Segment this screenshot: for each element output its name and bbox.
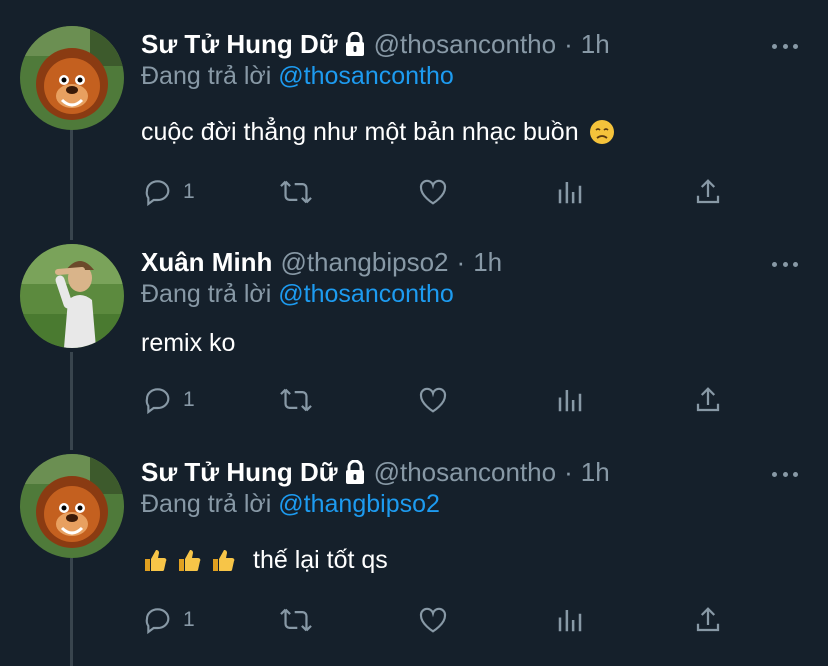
more-options-icon[interactable] xyxy=(772,36,798,56)
tweet-text: cuộc đời thẳng như một bản nhạc buồn xyxy=(141,116,615,148)
analytics-icon xyxy=(558,182,582,204)
share-icon xyxy=(696,179,720,204)
tweet-text: remix ko xyxy=(141,327,235,359)
tweet-header: Sư Tử Hung Dữ @thosancontho · 1h xyxy=(141,28,610,60)
reply-count: 1 xyxy=(183,180,195,203)
disappointed-face-emoji-icon xyxy=(589,119,615,145)
handle[interactable]: @thosancontho xyxy=(374,456,557,488)
avatar[interactable] xyxy=(20,244,124,348)
tweet[interactable]: Xuân Minh @thangbipso2 · 1h Đang trả lời… xyxy=(0,244,828,444)
analytics-icon xyxy=(558,390,582,412)
handle[interactable]: @thosancontho xyxy=(374,28,557,60)
avatar[interactable] xyxy=(20,26,124,130)
display-name[interactable]: Sư Tử Hung Dữ xyxy=(141,28,338,60)
tweet-header: Sư Tử Hung Dữ @thosancontho · 1h xyxy=(141,456,610,488)
reply-button[interactable]: 1 xyxy=(143,384,195,416)
reply-to-line: Đang trả lời @thosancontho xyxy=(141,278,454,310)
reply-count: 1 xyxy=(183,608,195,631)
like-icon xyxy=(419,607,447,633)
analytics-button[interactable] xyxy=(555,176,585,208)
retweet-button[interactable] xyxy=(279,176,313,208)
share-button[interactable] xyxy=(693,604,723,636)
tweet-text-content: remix ko xyxy=(141,329,236,357)
thumbs-up-emoji-group xyxy=(141,546,237,574)
like-icon xyxy=(419,179,447,205)
share-button[interactable] xyxy=(693,176,723,208)
reply-prefix: Đang trả lời xyxy=(141,490,272,518)
lion-avatar-image xyxy=(20,26,124,130)
share-icon xyxy=(696,607,720,632)
tweet[interactable]: Sư Tử Hung Dữ @thosancontho · 1h Đang tr… xyxy=(0,454,828,666)
retweet-icon xyxy=(280,388,312,412)
mention-link[interactable]: @thosancontho xyxy=(278,280,454,308)
thumbs-up-icon xyxy=(145,550,167,571)
reply-prefix: Đang trả lời xyxy=(141,62,272,90)
separator: · xyxy=(456,247,466,277)
tweet-actions: 1 xyxy=(141,384,741,424)
tweet-header: Xuân Minh @thangbipso2 · 1h xyxy=(141,246,502,278)
reply-count: 1 xyxy=(183,388,195,411)
mention-link[interactable]: @thosancontho xyxy=(278,62,454,90)
share-button[interactable] xyxy=(693,384,723,416)
analytics-button[interactable] xyxy=(555,384,585,416)
tweet-text: thế lại tốt qs xyxy=(141,544,388,576)
timestamp[interactable]: 1h xyxy=(581,456,610,488)
tweet-text-content: thế lại tốt qs xyxy=(253,546,388,574)
reply-icon xyxy=(145,388,170,415)
retweet-button[interactable] xyxy=(279,604,313,636)
tweet-actions: 1 xyxy=(141,176,741,216)
display-name[interactable]: Xuân Minh xyxy=(141,246,272,278)
tweet-text-content: cuộc đời thẳng như một bản nhạc buồn xyxy=(141,118,579,146)
separator: · xyxy=(564,29,573,59)
tweet[interactable]: Sư Tử Hung Dữ @thosancontho · 1h Đang tr… xyxy=(0,26,828,226)
retweet-icon xyxy=(280,608,312,632)
tweet-actions: 1 xyxy=(141,604,741,644)
reply-button[interactable]: 1 xyxy=(143,176,195,208)
lock-icon xyxy=(344,32,366,56)
reply-icon xyxy=(145,180,170,207)
retweet-icon xyxy=(280,180,312,204)
reply-to-line: Đang trả lời @thangbipso2 xyxy=(141,488,440,520)
reply-prefix: Đang trả lời xyxy=(141,280,272,308)
share-icon xyxy=(696,387,720,412)
person-photo-avatar-image xyxy=(20,244,124,348)
reply-button[interactable]: 1 xyxy=(143,604,195,636)
mention-link[interactable]: @thangbipso2 xyxy=(278,490,440,518)
display-name[interactable]: Sư Tử Hung Dữ xyxy=(141,456,338,488)
timestamp[interactable]: 1h xyxy=(473,246,502,278)
more-options-icon[interactable] xyxy=(772,254,798,274)
avatar[interactable] xyxy=(20,454,124,558)
analytics-icon xyxy=(558,610,582,632)
handle[interactable]: @thangbipso2 xyxy=(280,246,448,278)
analytics-button[interactable] xyxy=(555,604,585,636)
thumbs-up-icon xyxy=(179,550,201,571)
retweet-button[interactable] xyxy=(279,384,313,416)
like-icon xyxy=(419,387,447,413)
like-button[interactable] xyxy=(417,384,449,416)
thumbs-up-icon xyxy=(213,550,235,571)
reply-to-line: Đang trả lời @thosancontho xyxy=(141,60,454,92)
separator: · xyxy=(564,457,573,487)
like-button[interactable] xyxy=(417,176,449,208)
timestamp[interactable]: 1h xyxy=(581,28,610,60)
like-button[interactable] xyxy=(417,604,449,636)
lock-icon xyxy=(344,460,366,484)
lion-avatar-image xyxy=(20,454,124,558)
more-options-icon[interactable] xyxy=(772,464,798,484)
reply-icon xyxy=(145,608,170,635)
